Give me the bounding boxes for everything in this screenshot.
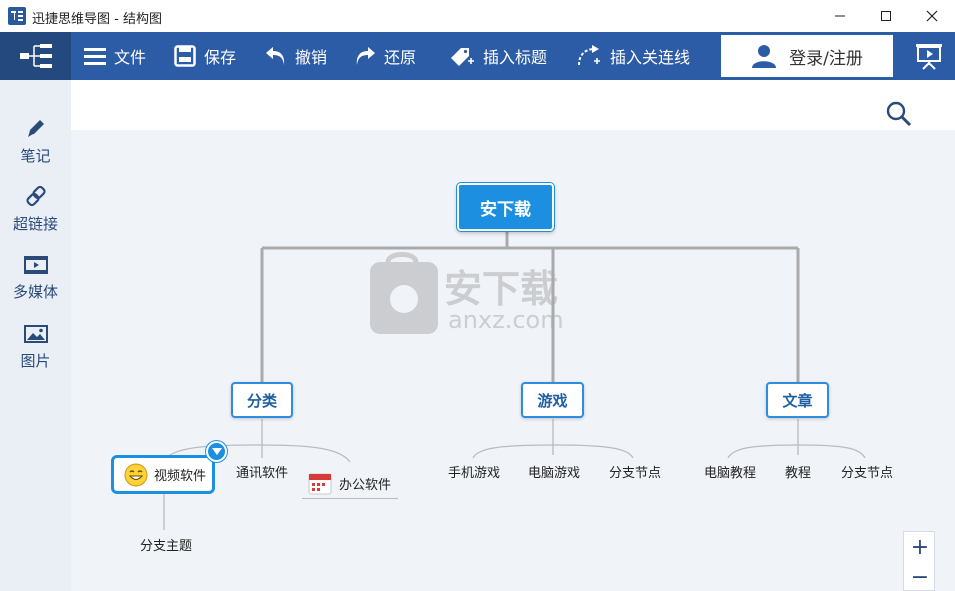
topic-pc-games[interactable]: 电脑游戏 (528, 462, 580, 481)
redo-label: 还原 (384, 48, 417, 67)
topic-office-software[interactable]: 办公软件 (302, 468, 398, 499)
root-topic[interactable]: 安下载 (457, 183, 554, 231)
presentation-button[interactable] (910, 40, 948, 72)
topic-category[interactable]: 分类 (231, 382, 293, 418)
sidebar-item-label: 多媒体 (12, 283, 58, 301)
sidebar-item-multimedia[interactable]: 多媒体 (0, 255, 71, 315)
topic-communication-software[interactable]: 通讯软件 (236, 462, 288, 481)
minimize-button[interactable] (817, 0, 863, 32)
minimize-icon (835, 15, 845, 17)
undo-label: 撤销 (295, 48, 328, 67)
topic-articles[interactable]: 文章 (766, 382, 829, 418)
title-bar: 迅捷思维导图 - 结构图 (0, 0, 955, 32)
smiley-icon (124, 463, 148, 486)
sidebar-item-label: 笔记 (20, 147, 51, 165)
watermark-text-en: anxz.com (448, 306, 564, 334)
login-label: 登录/注册 (789, 48, 863, 69)
topic-video-software-selected[interactable]: 视频软件 (111, 455, 215, 494)
file-label: 文件 (114, 48, 147, 67)
sidebar-item-label: 图片 (20, 352, 51, 370)
user-icon (752, 45, 777, 68)
mindmap-structure-icon (19, 44, 52, 68)
zoom-in-button[interactable]: + (904, 532, 936, 562)
app-icon (8, 7, 26, 25)
redo-icon (356, 47, 375, 65)
window-title: 迅捷思维导图 - 结构图 (32, 12, 162, 27)
left-sidebar: 笔记 超链接 多媒体 图片 (0, 80, 71, 591)
relation-line-icon (578, 45, 600, 66)
sidebar-item-label: 超链接 (12, 215, 58, 233)
structure-view-button[interactable] (0, 32, 71, 80)
insert-title-label: 插入标题 (483, 48, 548, 67)
search-button[interactable] (885, 100, 913, 128)
maximize-button[interactable] (863, 0, 909, 32)
watermark: 安下载 anxz.com (368, 252, 588, 337)
topic-label: 视频软件 (154, 469, 207, 484)
topic-branch-subtopic[interactable]: 分支主题 (140, 535, 192, 554)
tag-add-icon (451, 48, 474, 66)
close-icon (926, 10, 938, 22)
redo-button[interactable]: 还原 (354, 32, 416, 80)
topic-tutorial[interactable]: 教程 (785, 462, 811, 481)
topic-mobile-games[interactable]: 手机游戏 (448, 462, 500, 481)
insert-link-label: 插入关连线 (610, 48, 691, 67)
sidebar-item-notes[interactable]: 笔记 (0, 117, 71, 177)
sidebar-item-image[interactable]: 图片 (0, 324, 71, 384)
undo-icon (266, 47, 285, 65)
topic-branch-node[interactable]: 分支节点 (841, 462, 893, 481)
zoom-out-button[interactable]: − (904, 562, 936, 591)
image-icon (23, 325, 48, 343)
file-menu-button[interactable]: 文件 (84, 32, 146, 80)
presentation-icon (916, 44, 942, 70)
maximize-icon (881, 11, 891, 21)
undo-button[interactable]: 撤销 (265, 32, 327, 80)
search-icon (886, 101, 912, 127)
main-toolbar: 文件 保存 撤销 还原 插入标题 插入关连线 登录/注册 (0, 32, 955, 80)
insert-relation-line-button[interactable]: 插入关连线 (576, 32, 690, 80)
app-window: 迅捷思维导图 - 结构图 文件 保存 撤销 还原 插入标题 插入关连线 登录/注… (0, 0, 955, 591)
calendar-icon (308, 473, 332, 495)
canvas-header (71, 80, 955, 130)
collapse-toggle[interactable] (206, 441, 227, 462)
menu-icon (84, 48, 106, 65)
save-button[interactable]: 保存 (174, 32, 236, 80)
link-icon (25, 185, 46, 207)
zoom-controls: + − (903, 531, 935, 591)
topic-pc-tutorial[interactable]: 电脑教程 (704, 462, 756, 481)
insert-title-button[interactable]: 插入标题 (449, 32, 547, 80)
topic-branch-node[interactable]: 分支节点 (609, 462, 661, 481)
save-label: 保存 (204, 48, 237, 67)
watermark-text-cn: 安下载 (444, 267, 559, 311)
save-icon (174, 45, 196, 67)
pencil-icon (27, 120, 44, 137)
close-button[interactable] (909, 0, 955, 32)
triangle-down-icon (211, 447, 222, 455)
sidebar-item-hyperlink[interactable]: 超链接 (0, 185, 71, 245)
topic-label: 办公软件 (339, 477, 392, 493)
topic-games[interactable]: 游戏 (521, 382, 584, 418)
login-register-button[interactable]: 登录/注册 (721, 35, 893, 77)
film-icon (23, 256, 48, 274)
